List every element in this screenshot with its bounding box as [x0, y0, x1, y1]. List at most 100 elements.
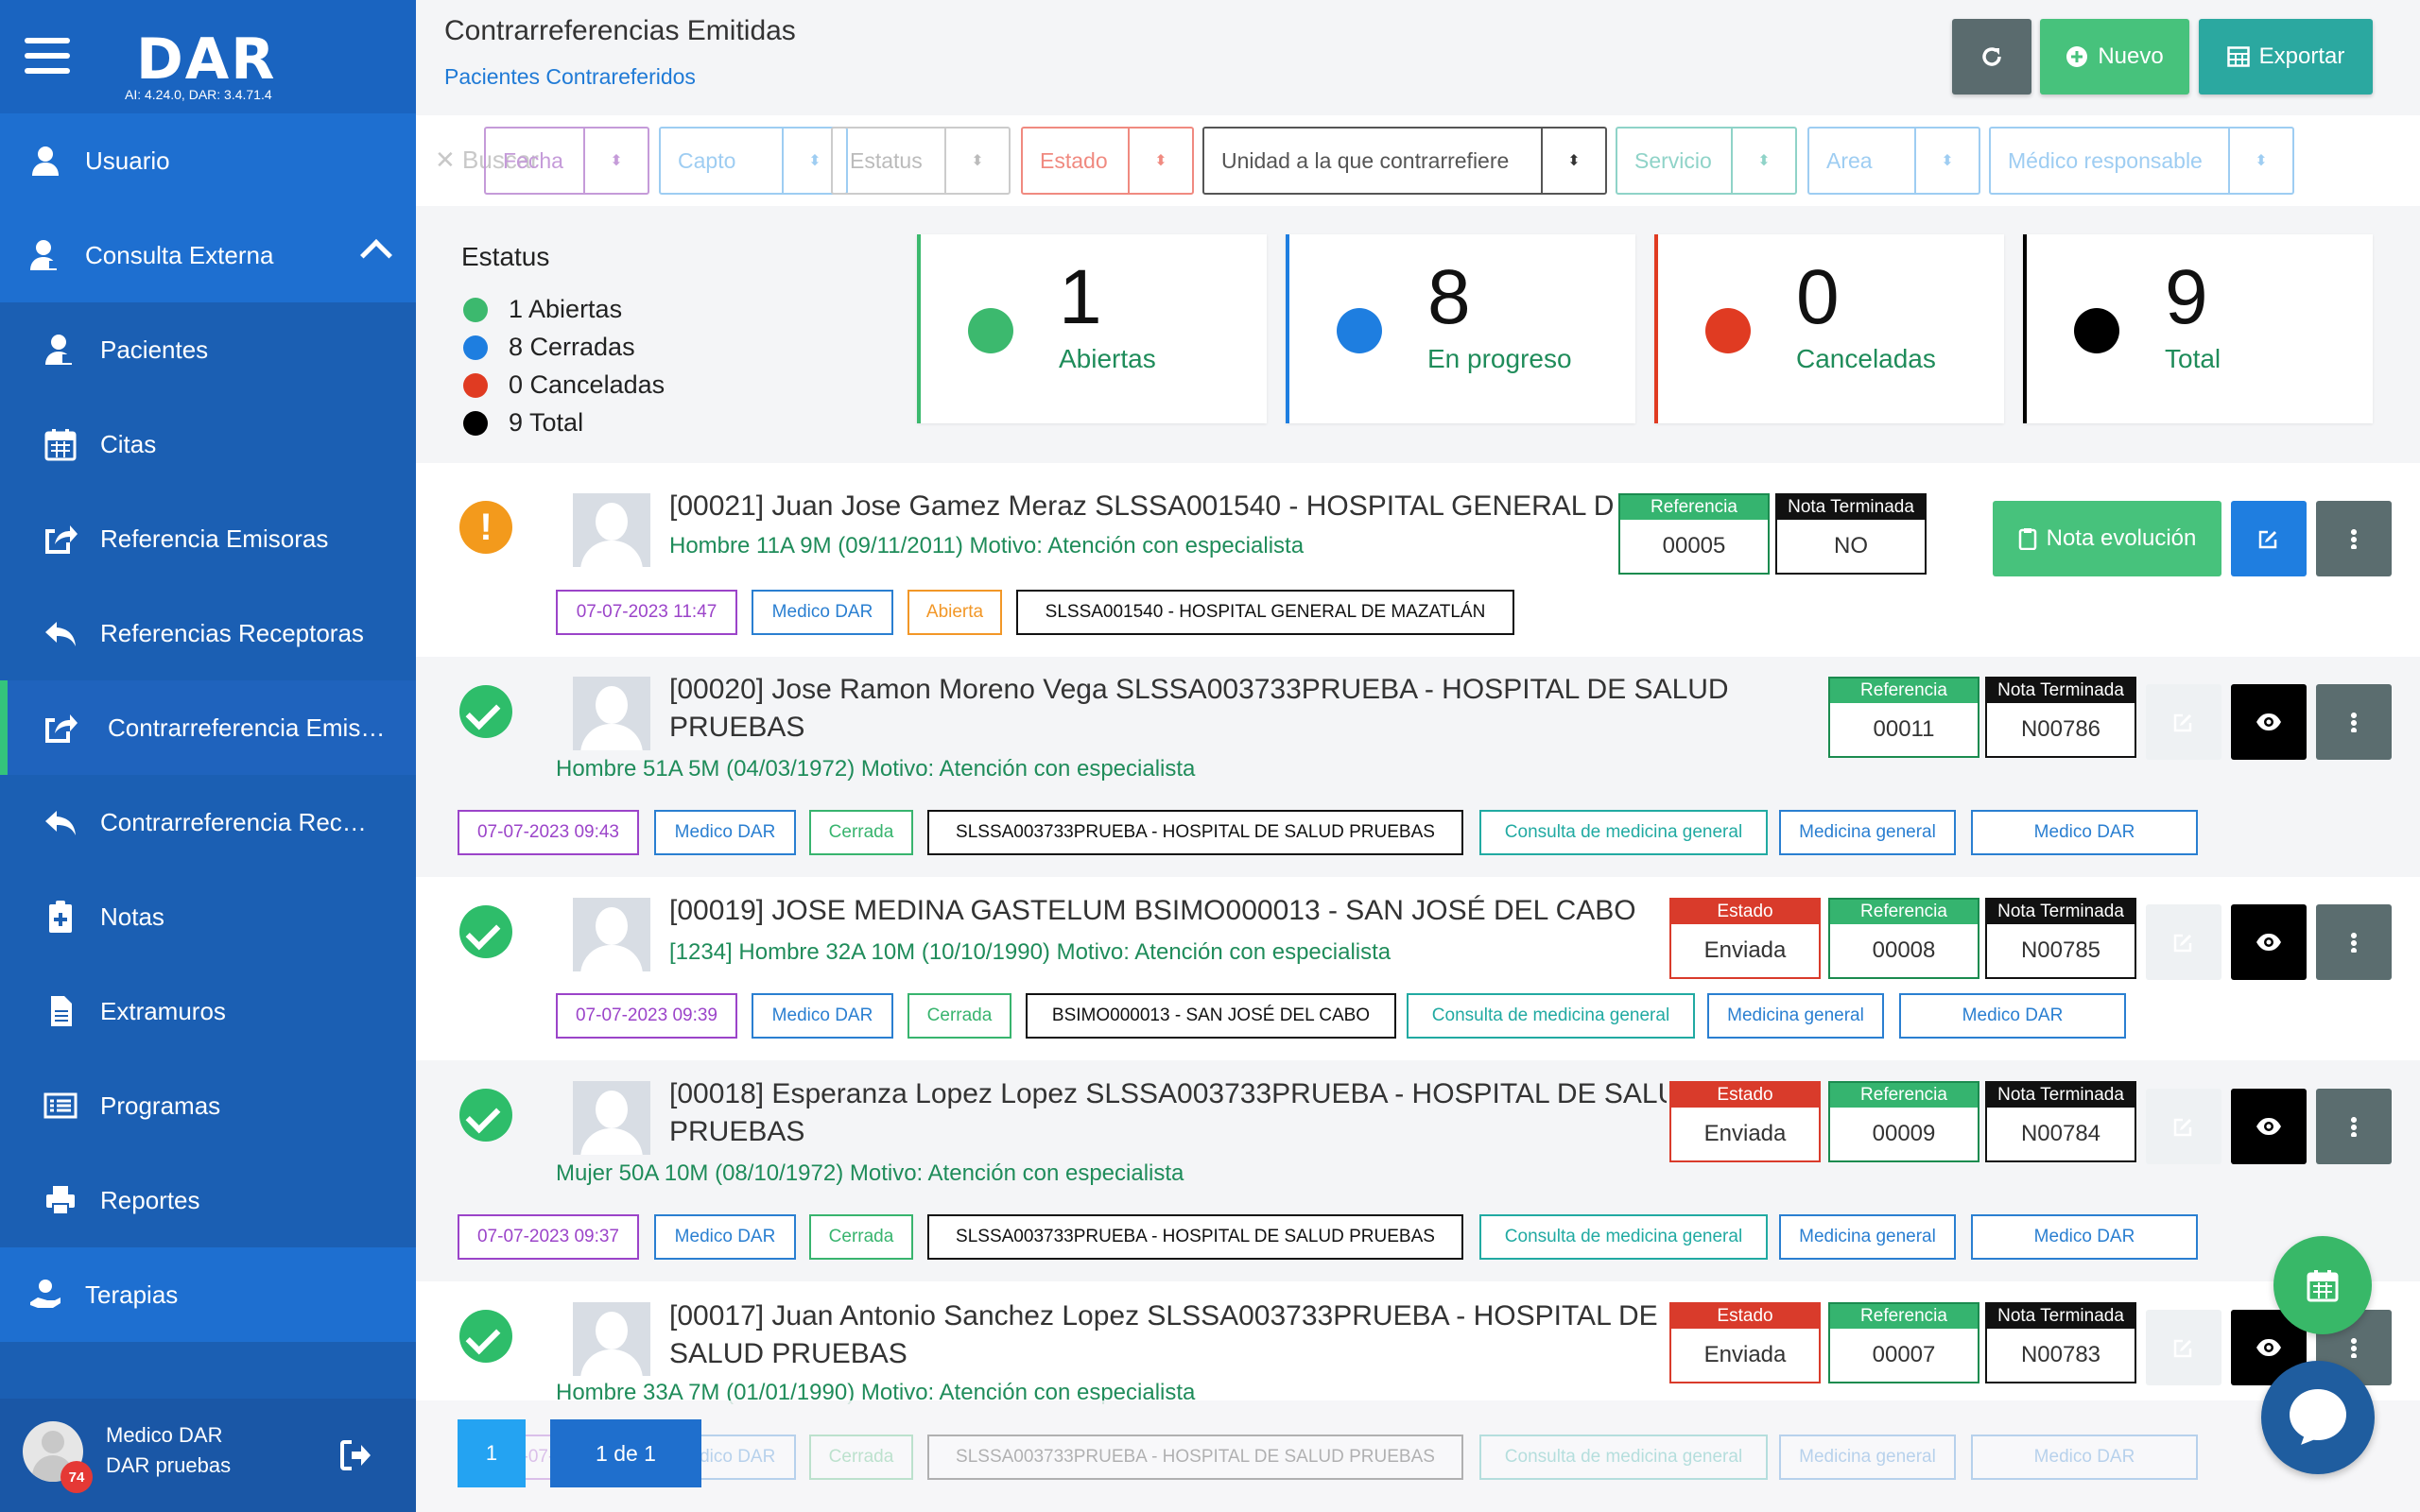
view-button[interactable] [2231, 1089, 2307, 1164]
sidebar-item-terapias[interactable]: Terapias [0, 1247, 416, 1342]
plus-circle-icon [2066, 46, 2088, 67]
app-logo[interactable]: DAR [136, 26, 276, 93]
nota-evolucion-button[interactable]: Nota evolución [1993, 501, 2221, 576]
page-subtitle[interactable]: Pacientes Contrareferidos [444, 64, 696, 90]
filter-capto[interactable]: Capto ⬍ [659, 127, 848, 195]
filter-fecha[interactable]: Fecha ⬍ [484, 127, 649, 195]
hospital-tag: SLSSA003733PRUEBA - HOSPITAL DE SALUD PR… [927, 1435, 1463, 1480]
chevron-up-icon [360, 239, 392, 271]
stat-card-abiertas[interactable]: 1 Abiertas [917, 234, 1267, 423]
refresh-button[interactable] [1952, 19, 2031, 94]
patient-name[interactable]: [00018] Esperanza Lopez Lopez SLSSA00373… [669, 1075, 1667, 1113]
box-header: Nota Terminada [1987, 1083, 2135, 1108]
hospital-tag: SLSSA003733PRUEBA - HOSPITAL DE SALUD PR… [927, 1214, 1463, 1260]
box-header: Referencia [1830, 679, 1978, 703]
edit-button-disabled[interactable] [2146, 684, 2221, 760]
more-options-button[interactable] [2316, 684, 2392, 760]
stat-card-canceladas[interactable]: 0 Canceladas [1654, 234, 2004, 423]
servicio-tag: Consulta de medicina general [1479, 1435, 1768, 1480]
sidebar-item-usuario[interactable]: Usuario [0, 113, 416, 208]
edit-icon [2173, 1339, 2192, 1358]
edit-button[interactable] [2231, 501, 2307, 576]
sidebar-item-referencia-emisoras[interactable]: Referencia Emisoras [0, 491, 416, 586]
exportar-button[interactable]: Exportar [2199, 19, 2373, 94]
filter-servicio[interactable]: Servicio ⬍ [1616, 127, 1797, 195]
sort-icon: ⬍ [1541, 129, 1605, 193]
kebab-icon [2351, 1337, 2357, 1358]
edit-button-disabled[interactable] [2146, 1310, 2221, 1385]
referencia-box: Referencia 00011 [1828, 677, 1979, 758]
patient-name[interactable]: [00020] Jose Ramon Moreno Vega SLSSA0037… [669, 671, 1729, 709]
page-count[interactable]: 1 de 1 [550, 1419, 701, 1487]
nuevo-label: Nuevo [2098, 43, 2164, 69]
patient-photo [573, 493, 650, 567]
filter-area[interactable]: Area ⬍ [1807, 127, 1980, 195]
legend-label: 9 Total [509, 408, 584, 437]
logout-icon[interactable] [338, 1438, 372, 1472]
sidebar-item-referencias-receptoras[interactable]: Referencias Receptoras [0, 586, 416, 680]
referencia-box: Referencia 00007 [1828, 1302, 1979, 1383]
view-button[interactable] [2231, 684, 2307, 760]
sidebar-item-label: Programas [100, 1091, 221, 1120]
chat-button[interactable] [2261, 1361, 2375, 1474]
estado-box: Estado Enviada [1669, 1302, 1821, 1383]
sidebar-item-contrarreferencia-receptoras[interactable]: Contrarreferencia Rec… [0, 775, 416, 869]
box-value: Enviada [1703, 1342, 1787, 1367]
page-1-button[interactable]: 1 [458, 1419, 526, 1487]
date-tag: 07-07-2023 11:47 [556, 590, 737, 635]
more-options-button[interactable] [2316, 1089, 2392, 1164]
notification-badge[interactable]: 74 [60, 1461, 93, 1493]
more-options-button[interactable] [2316, 501, 2392, 576]
edit-icon [2173, 713, 2192, 732]
patient-name[interactable]: [00017] Juan Antonio Sanchez Lopez SLSSA… [669, 1297, 1658, 1335]
filter-estado[interactable]: Estado ⬍ [1021, 127, 1194, 195]
legend-item: 0 Canceladas [463, 370, 665, 400]
check-circle-icon [459, 1089, 512, 1142]
kebab-icon [2351, 932, 2357, 953]
edit-button-disabled[interactable] [2146, 1089, 2221, 1164]
calendar-fab-button[interactable] [2273, 1236, 2372, 1334]
filter-medico[interactable]: Médico responsable ⬍ [1989, 127, 2294, 195]
document-icon [51, 996, 72, 1026]
estado-box: Estado Enviada [1669, 898, 1821, 979]
legend-dot [463, 297, 488, 322]
status-title: Estatus [461, 242, 550, 271]
nuevo-button[interactable]: Nuevo [2040, 19, 2189, 94]
box-value: Enviada [1703, 1121, 1787, 1146]
check-circle-icon [459, 1310, 512, 1363]
kebab-icon [2351, 1116, 2357, 1137]
sidebar-item-label: Usuario [85, 146, 170, 175]
box-value: 00007 [1872, 1342, 1936, 1367]
filter-label: Area [1826, 147, 1873, 173]
box-value: 00005 [1662, 533, 1726, 558]
sidebar-item-pacientes[interactable]: Pacientes [0, 302, 416, 397]
sidebar-item-contrarreferencia-emisoras[interactable]: Contrarreferencia Emis… [0, 680, 416, 775]
reply-all-icon [45, 811, 76, 835]
sidebar-item-reportes[interactable]: Reportes [0, 1153, 416, 1247]
status-dot [1337, 308, 1382, 353]
sidebar-item-consulta-externa[interactable]: Consulta Externa [0, 208, 416, 302]
sidebar-item-extramuros[interactable]: Extramuros [0, 964, 416, 1058]
stat-label: Canceladas [1796, 344, 1936, 373]
legend-dot [463, 335, 488, 360]
view-button[interactable] [2231, 904, 2307, 980]
box-header: Nota Terminada [1987, 1304, 2135, 1329]
more-options-button[interactable] [2316, 904, 2392, 980]
sort-icon: ⬍ [1914, 129, 1979, 193]
patient-name[interactable]: [00021] Juan Jose Gamez Meraz SLSSA00154… [669, 488, 1615, 525]
box-header: Referencia [1830, 1304, 1978, 1329]
status-badge: Cerrada [908, 993, 1011, 1039]
sidebar-item-label: Contrarreferencia Rec… [100, 807, 367, 836]
stat-card-total[interactable]: 9 Total [2023, 234, 2373, 423]
filter-unidad[interactable]: Unidad a la que contrarrefiere ⬍ [1202, 127, 1607, 195]
sidebar-item-programas[interactable]: Programas [0, 1058, 416, 1153]
sidebar-item-notas[interactable]: Notas [0, 869, 416, 964]
edit-button-disabled[interactable] [2146, 904, 2221, 980]
sidebar-item-citas[interactable]: Citas [0, 397, 416, 491]
stat-card-en-progreso[interactable]: 8 En progreso [1286, 234, 1635, 423]
patient-photo [573, 677, 650, 750]
patient-name[interactable]: [00019] JOSE MEDINA GASTELUM BSIMO000013… [669, 892, 1636, 930]
hamburger-menu-icon[interactable] [25, 38, 70, 74]
filter-estatus[interactable]: Estatus ⬍ [831, 127, 1011, 195]
estado-box: Estado Enviada [1669, 1081, 1821, 1162]
